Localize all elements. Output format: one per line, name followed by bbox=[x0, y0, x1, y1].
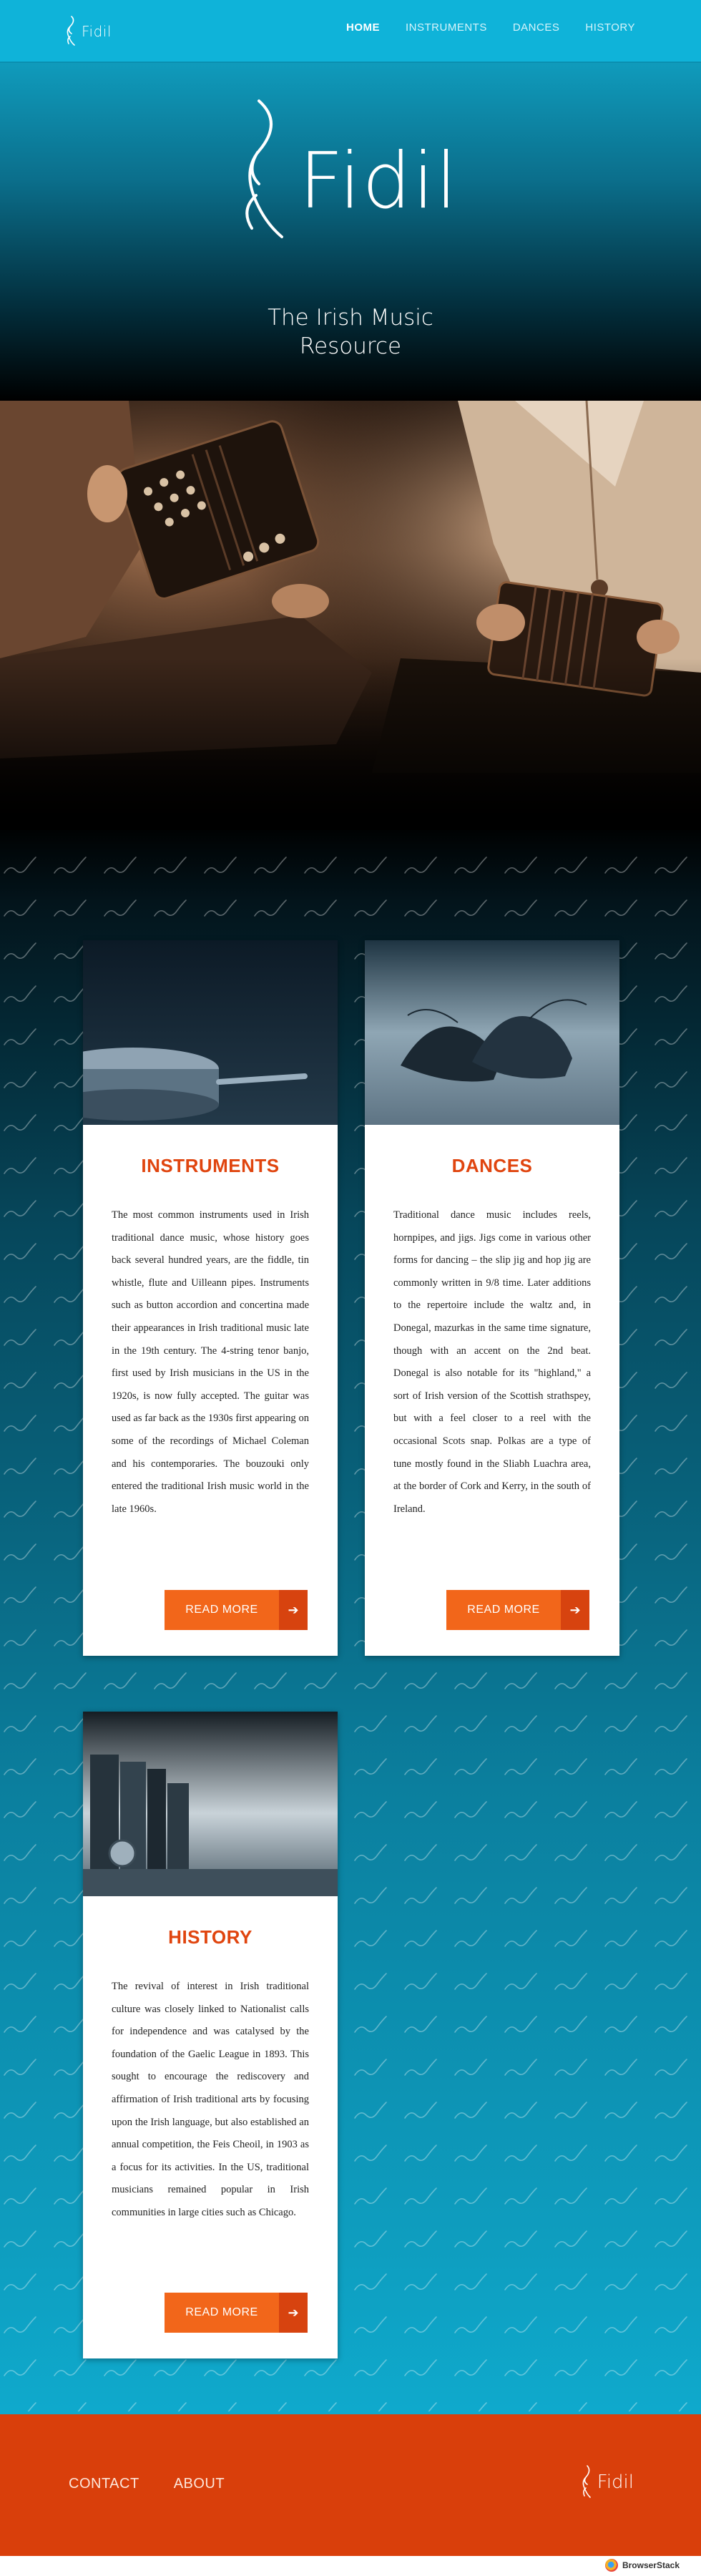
treble-clef-logo-icon bbox=[67, 16, 75, 46]
page: Fidil HOME INSTRUMENTS DANCES HISTORY Fi… bbox=[0, 0, 701, 2576]
history-title: HISTORY bbox=[168, 1926, 253, 1948]
read-more-label: READ MORE bbox=[185, 1604, 258, 1616]
top-navigation-bar: Fidil HOME INSTRUMENTS DANCES HISTORY bbox=[0, 0, 701, 63]
history-photo bbox=[83, 1712, 338, 1896]
site-footer: CONTACT ABOUT Fidil bbox=[0, 2414, 701, 2556]
browserstack-label: BrowserStack bbox=[622, 2560, 680, 2570]
dances-photo bbox=[365, 940, 619, 1125]
hero-brand-name: Fidil bbox=[299, 137, 459, 226]
instruments-title: INSTRUMENTS bbox=[141, 1155, 280, 1176]
arrow-right-icon: ➔ bbox=[561, 1590, 589, 1630]
arrow-right-icon: ➔ bbox=[279, 2293, 308, 2333]
dances-read-more-button[interactable]: READ MORE ➔ bbox=[446, 1590, 589, 1630]
footer-logo[interactable]: Fidil bbox=[582, 2464, 634, 2500]
nav-home[interactable]: HOME bbox=[346, 21, 380, 34]
browserstack-strip: BrowserStack bbox=[0, 2556, 701, 2576]
instruments-photo bbox=[83, 940, 338, 1125]
footer-about-link[interactable]: ABOUT bbox=[174, 2476, 225, 2492]
dances-title: DANCES bbox=[451, 1155, 533, 1176]
arrow-right-icon: ➔ bbox=[279, 1590, 308, 1630]
card-history: HISTORY The revival of interest in Irish… bbox=[83, 1712, 338, 2358]
hero-tagline: The Irish Music Resource bbox=[268, 305, 433, 359]
instruments-body: The most common instruments used in Iris… bbox=[112, 1209, 309, 1515]
instruments-read-more-button[interactable]: READ MORE ➔ bbox=[165, 1590, 308, 1630]
hero-photo-musicians bbox=[0, 401, 701, 830]
nav-instruments[interactable]: INSTRUMENTS bbox=[406, 21, 487, 34]
card-instruments: INSTRUMENTS The most common instruments … bbox=[83, 940, 338, 1656]
footer-links: CONTACT ABOUT bbox=[69, 2476, 225, 2492]
treble-clef-logo-icon bbox=[582, 2465, 591, 2498]
read-more-label: READ MORE bbox=[185, 2306, 258, 2318]
footer-brand-name: Fidil bbox=[597, 2472, 634, 2493]
browserstack-logo-icon bbox=[604, 2559, 618, 2572]
browserstack-badge: BrowserStack bbox=[604, 2559, 680, 2572]
footer-contact-link[interactable]: CONTACT bbox=[69, 2476, 139, 2492]
main-nav: HOME INSTRUMENTS DANCES HISTORY bbox=[346, 21, 635, 34]
history-body: The revival of interest in Irish traditi… bbox=[112, 1981, 309, 2218]
dances-body: Traditional dance music includes reels, … bbox=[393, 1209, 591, 1515]
card-dances: DANCES Traditional dance music includes … bbox=[365, 940, 619, 1656]
nav-dances[interactable]: DANCES bbox=[513, 21, 560, 34]
nav-brand-name: Fidil bbox=[82, 23, 112, 40]
nav-history[interactable]: HISTORY bbox=[585, 21, 635, 34]
read-more-label: READ MORE bbox=[467, 1604, 540, 1616]
history-read-more-button[interactable]: READ MORE ➔ bbox=[165, 2293, 308, 2333]
nav-logo[interactable]: Fidil bbox=[66, 13, 112, 50]
